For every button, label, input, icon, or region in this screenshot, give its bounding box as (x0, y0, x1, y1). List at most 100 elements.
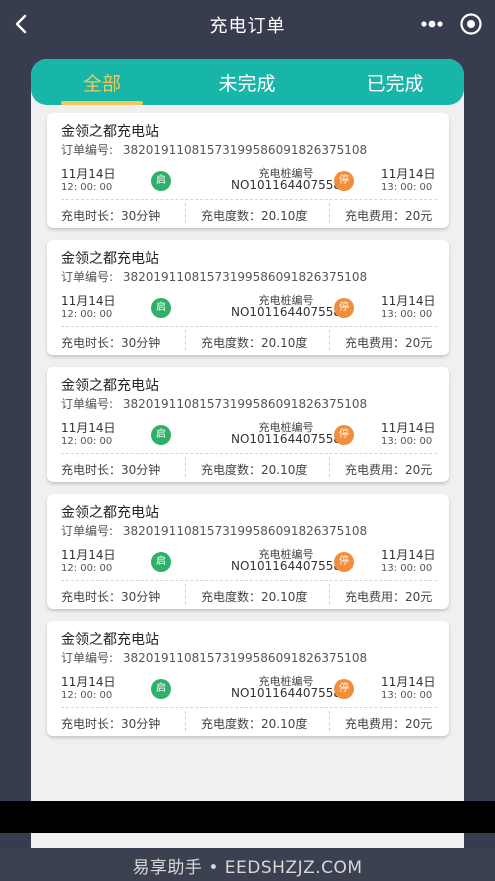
order-number-label: 订单编号: (61, 270, 114, 284)
start-time: 12: 00: 00 (61, 436, 113, 447)
charge-duration: 充电时长：30分钟 (61, 209, 161, 223)
station-name: 金领之都充电站 (61, 632, 159, 648)
order-number: 订单编号: 38201911081573199586091826375108 (61, 141, 367, 158)
card-divider (61, 453, 437, 454)
order-number-label: 订单编号: (61, 651, 114, 665)
stat-divider (185, 711, 186, 731)
start-date: 11月14日 (61, 421, 116, 435)
charge-window: 11月14日 12: 00: 00 启 充电桩编号 NO101164407558… (61, 673, 437, 703)
order-card[interactable]: 金领之都充电站 订单编号: 38201911081573199586091826… (47, 240, 449, 355)
tab-completed[interactable]: 已完成 (359, 69, 431, 96)
order-card[interactable]: 金领之都充电站 订单编号: 38201911081573199586091826… (47, 621, 449, 736)
stat-divider (185, 330, 186, 350)
stop-badge: 停 (334, 425, 354, 445)
end-date: 11月14日 (381, 167, 436, 181)
charge-window: 11月14日 12: 00: 00 启 充电桩编号 NO101164407558… (61, 546, 437, 576)
order-number-value: 38201911081573199586091826375108 (122, 524, 368, 538)
charge-energy: 充电度数：20.10度 (201, 463, 308, 477)
orders-panel: 全部 未完成 已完成 金领之都充电站 订单编号: 382019110815731… (31, 59, 464, 849)
start-date: 11月14日 (61, 548, 116, 562)
station-name: 金领之都充电站 (61, 124, 159, 140)
start-time: 12: 00: 00 (61, 563, 113, 574)
tab-all[interactable]: 全部 (71, 69, 133, 96)
charge-duration: 充电时长：30分钟 (61, 717, 161, 731)
start-time: 12: 00: 00 (61, 309, 113, 320)
order-number-value: 38201911081573199586091826375108 (122, 270, 368, 284)
charge-stats: 充电时长：30分钟 充电度数：20.10度 充电费用：20元 (61, 330, 437, 352)
overlay-band (0, 801, 495, 833)
start-badge: 启 (151, 552, 171, 572)
order-card[interactable]: 金领之都充电站 订单编号: 38201911081573199586091826… (47, 494, 449, 609)
start-date: 11月14日 (61, 675, 116, 689)
order-card[interactable]: 金领之都充电站 订单编号: 38201911081573199586091826… (47, 367, 449, 482)
more-dots-icon[interactable] (419, 14, 445, 34)
active-tab-indicator (61, 101, 143, 105)
charge-energy: 充电度数：20.10度 (201, 590, 308, 604)
start-date: 11月14日 (61, 294, 116, 308)
stop-badge: 停 (334, 552, 354, 572)
end-time: 13: 00: 00 (381, 436, 433, 447)
charge-energy: 充电度数：20.10度 (201, 336, 308, 350)
charge-duration: 充电时长：30分钟 (61, 463, 161, 477)
charge-energy: 充电度数：20.10度 (201, 717, 308, 731)
charge-stats: 充电时长：30分钟 充电度数：20.10度 充电费用：20元 (61, 203, 437, 225)
stop-badge: 停 (334, 298, 354, 318)
stat-divider (185, 203, 186, 223)
charge-stats: 充电时长：30分钟 充电度数：20.10度 充电费用：20元 (61, 584, 437, 606)
stat-divider (329, 457, 330, 477)
card-divider (61, 707, 437, 708)
stat-divider (329, 203, 330, 223)
end-time: 13: 00: 00 (381, 182, 433, 193)
nav-bar: 充电订单 (0, 0, 495, 50)
charge-window: 11月14日 12: 00: 00 启 充电桩编号 NO101164407558… (61, 292, 437, 322)
charge-fee: 充电费用：20元 (345, 717, 433, 731)
order-number: 订单编号: 38201911081573199586091826375108 (61, 649, 367, 666)
start-date: 11月14日 (61, 167, 116, 181)
start-badge: 启 (151, 679, 171, 699)
order-number-label: 订单编号: (61, 524, 114, 538)
order-number: 订单编号: 38201911081573199586091826375108 (61, 395, 367, 412)
order-number: 订单编号: 38201911081573199586091826375108 (61, 268, 367, 285)
order-number-label: 订单编号: (61, 397, 114, 411)
stat-divider (185, 584, 186, 604)
stat-divider (185, 457, 186, 477)
charge-fee: 充电费用：20元 (345, 590, 433, 604)
card-divider (61, 580, 437, 581)
charge-stats: 充电时长：30分钟 充电度数：20.10度 充电费用：20元 (61, 711, 437, 733)
charge-window: 11月14日 12: 00: 00 启 充电桩编号 NO101164407558… (61, 165, 437, 195)
end-date: 11月14日 (381, 548, 436, 562)
mini-program-capsule (419, 12, 483, 36)
order-number-value: 38201911081573199586091826375108 (122, 143, 368, 157)
order-number-value: 38201911081573199586091826375108 (122, 651, 368, 665)
stop-badge: 停 (334, 679, 354, 699)
watermark-text: 易享助手 • EEDSHZJZ.COM (132, 858, 363, 878)
close-target-icon[interactable] (459, 12, 483, 36)
order-number-label: 订单编号: (61, 143, 114, 157)
start-badge: 启 (151, 171, 171, 191)
end-time: 13: 00: 00 (381, 309, 433, 320)
order-number-value: 38201911081573199586091826375108 (122, 397, 368, 411)
order-card[interactable]: 金领之都充电站 订单编号: 38201911081573199586091826… (47, 113, 449, 228)
stat-divider (329, 584, 330, 604)
charge-duration: 充电时长：30分钟 (61, 590, 161, 604)
charge-fee: 充电费用：20元 (345, 209, 433, 223)
start-time: 12: 00: 00 (61, 182, 113, 193)
charge-fee: 充电费用：20元 (345, 463, 433, 477)
stop-badge: 停 (334, 171, 354, 191)
station-name: 金领之都充电站 (61, 251, 159, 267)
charge-duration: 充电时长：30分钟 (61, 336, 161, 350)
end-date: 11月14日 (381, 421, 436, 435)
stat-divider (329, 711, 330, 731)
charge-energy: 充电度数：20.10度 (201, 209, 308, 223)
card-divider (61, 326, 437, 327)
charge-fee: 充电费用：20元 (345, 336, 433, 350)
charge-stats: 充电时长：30分钟 充电度数：20.10度 充电费用：20元 (61, 457, 437, 479)
charge-window: 11月14日 12: 00: 00 启 充电桩编号 NO101164407558… (61, 419, 437, 449)
start-badge: 启 (151, 425, 171, 445)
tab-incomplete[interactable]: 未完成 (211, 69, 283, 96)
end-time: 13: 00: 00 (381, 690, 433, 701)
card-divider (61, 199, 437, 200)
start-time: 12: 00: 00 (61, 690, 113, 701)
start-badge: 启 (151, 298, 171, 318)
order-number: 订单编号: 38201911081573199586091826375108 (61, 522, 367, 539)
